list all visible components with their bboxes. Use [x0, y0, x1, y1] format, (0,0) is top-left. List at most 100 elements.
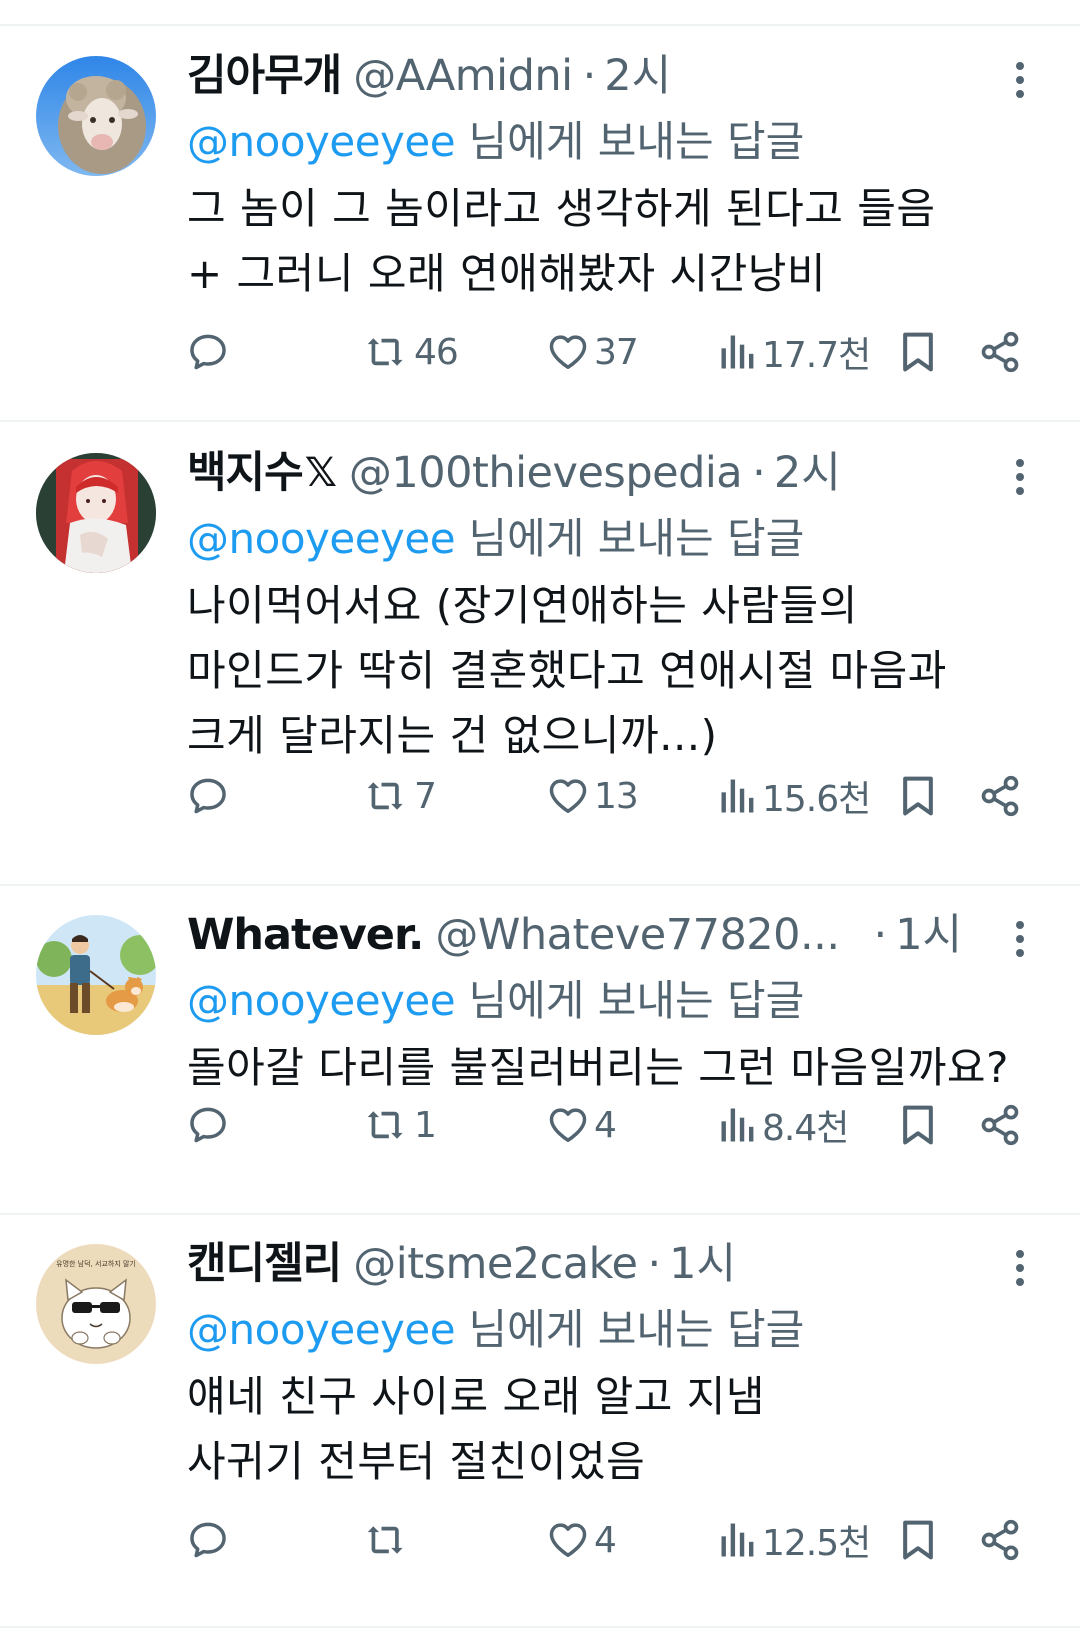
avatar[interactable] [36, 915, 156, 1035]
display-name[interactable]: 백지수 [187, 443, 304, 503]
share-button[interactable] [978, 324, 1022, 380]
views-button[interactable]: 17.7천 [718, 324, 871, 380]
bookmark-icon [903, 332, 933, 372]
tweet-header: 캔디젤리 @itsme2cake · 1시 [187, 1234, 736, 1294]
more-options-icon[interactable] [1006, 60, 1034, 100]
like-button[interactable]: 4 [546, 1512, 617, 1568]
retweet-count: 1 [414, 1104, 437, 1146]
display-name[interactable]: Whatever. [187, 905, 424, 965]
separator-dot: · [647, 1239, 662, 1289]
user-handle[interactable]: @itsme2cake [353, 1234, 638, 1294]
view-count: 8.4천 [762, 1108, 849, 1149]
reply-mention-link[interactable]: @nooyeeyee [187, 1305, 456, 1354]
separator-dot: · [582, 51, 597, 101]
share-button[interactable] [978, 1512, 1022, 1568]
user-handle[interactable]: @Whateve77820... [435, 905, 840, 965]
retweet-icon [367, 1526, 403, 1554]
timestamp[interactable]: 1시 [895, 905, 962, 965]
like-button[interactable]: 13 [546, 768, 639, 824]
tweet-header: Whatever. @Whateve77820... · 1시 [187, 905, 962, 965]
views-chart-icon [721, 1108, 754, 1142]
reply-button[interactable] [186, 1512, 230, 1568]
like-count: 4 [594, 1519, 617, 1561]
reply-to-suffix: 님에게 보내는 답글 [455, 117, 805, 166]
replying-to: @nooyeeyee 님에게 보내는 답글 [187, 509, 804, 569]
retweet-icon [367, 782, 403, 810]
divider [0, 884, 1080, 886]
sheep-avatar-icon [36, 56, 156, 176]
bookmark-icon [903, 776, 933, 816]
avatar[interactable] [36, 453, 156, 573]
retweet-icon [367, 338, 403, 366]
share-button[interactable] [978, 1097, 1022, 1153]
x-badge-icon: 𝕏 [304, 450, 337, 496]
display-name[interactable]: 캔디젤리 [187, 1234, 342, 1294]
heart-icon [549, 779, 587, 813]
share-icon [981, 1104, 1019, 1146]
reply-icon [190, 1107, 226, 1143]
share-icon [981, 331, 1019, 373]
reply-mention-link[interactable]: @nooyeeyee [187, 976, 456, 1025]
views-button[interactable]: 12.5천 [718, 1512, 871, 1568]
share-button[interactable] [978, 768, 1022, 824]
heart-icon [549, 1108, 587, 1142]
reply-mention-link[interactable]: @nooyeeyee [187, 117, 456, 166]
reply-button[interactable] [186, 1097, 230, 1153]
more-options-icon[interactable] [1006, 1248, 1034, 1288]
timestamp[interactable]: 2시 [604, 46, 671, 106]
views-chart-icon [721, 779, 754, 813]
retweet-count: 46 [414, 331, 459, 373]
bookmark-icon [903, 1520, 933, 1560]
retweet-button[interactable]: 46 [364, 324, 459, 380]
tweet-text: 얘네 친구 사이로 오래 알고 지냄 사귀기 전부터 절친이었음 [187, 1372, 766, 1486]
divider [0, 1213, 1080, 1215]
reply-feed: 김아무개 @AAmidni · 2시 @nooyeeyee 님에게 보내는 답글… [0, 0, 1080, 1635]
more-options-icon[interactable] [1006, 457, 1034, 497]
action-bar: 46 37 17.7천 [0, 324, 1080, 380]
separator-dot: · [873, 910, 888, 960]
display-name[interactable]: 김아무개 [187, 46, 342, 106]
avatar[interactable] [36, 56, 156, 176]
replying-to: @nooyeeyee 님에게 보내는 답글 [187, 1300, 804, 1360]
bookmark-button[interactable] [898, 324, 938, 380]
avatar[interactable]: 유명한 남덕, 서교하지 말기 [36, 1244, 156, 1364]
bookmark-button[interactable] [898, 1512, 938, 1568]
view-count: 12.5천 [762, 1523, 871, 1564]
reply-to-suffix: 님에게 보내는 답글 [455, 514, 805, 563]
reply-button[interactable] [186, 768, 230, 824]
reply-icon [190, 1522, 226, 1558]
red-hair-anime-avatar-icon [36, 453, 156, 573]
like-count: 37 [594, 331, 639, 373]
tweet-header: 백지수 𝕏 @100thievespedia · 2시 [187, 443, 841, 503]
retweet-icon [367, 1111, 403, 1139]
tweet-text: 돌아갈 다리를 불질러버리는 그런 마음일까요? [187, 1043, 1009, 1092]
views-chart-icon [721, 335, 754, 369]
bookmark-button[interactable] [898, 768, 938, 824]
tweet-header: 김아무개 @AAmidni · 2시 [187, 46, 671, 106]
action-bar: 4 12.5천 [0, 1512, 1080, 1568]
reply-mention-link[interactable]: @nooyeeyee [187, 514, 456, 563]
user-handle[interactable]: @AAmidni [353, 46, 573, 106]
retweet-button[interactable]: 1 [364, 1097, 437, 1153]
views-button[interactable]: 15.6천 [718, 768, 871, 824]
replying-to: @nooyeeyee 님에게 보내는 답글 [187, 112, 804, 172]
user-handle[interactable]: @100thievespedia [349, 443, 743, 503]
action-bar: 1 4 8.4천 [0, 1097, 1080, 1153]
reply-button[interactable] [186, 324, 230, 380]
more-options-icon[interactable] [1006, 919, 1034, 959]
man-with-corgi-avatar-icon [36, 915, 156, 1035]
sunglasses-cat-avatar-icon: 유명한 남덕, 서교하지 말기 [36, 1244, 156, 1364]
timestamp[interactable]: 2시 [774, 443, 841, 503]
timestamp[interactable]: 1시 [669, 1234, 736, 1294]
bookmark-button[interactable] [898, 1097, 938, 1153]
views-button[interactable]: 8.4천 [718, 1097, 849, 1153]
view-count: 17.7천 [762, 335, 871, 376]
retweet-button[interactable] [364, 1512, 414, 1568]
reply-to-suffix: 님에게 보내는 답글 [455, 1305, 805, 1354]
replying-to: @nooyeeyee 님에게 보내는 답글 [187, 971, 804, 1031]
like-button[interactable]: 4 [546, 1097, 617, 1153]
retweet-button[interactable]: 7 [364, 768, 437, 824]
divider [0, 420, 1080, 422]
like-button[interactable]: 37 [546, 324, 639, 380]
action-bar: 7 13 15.6천 [0, 768, 1080, 824]
